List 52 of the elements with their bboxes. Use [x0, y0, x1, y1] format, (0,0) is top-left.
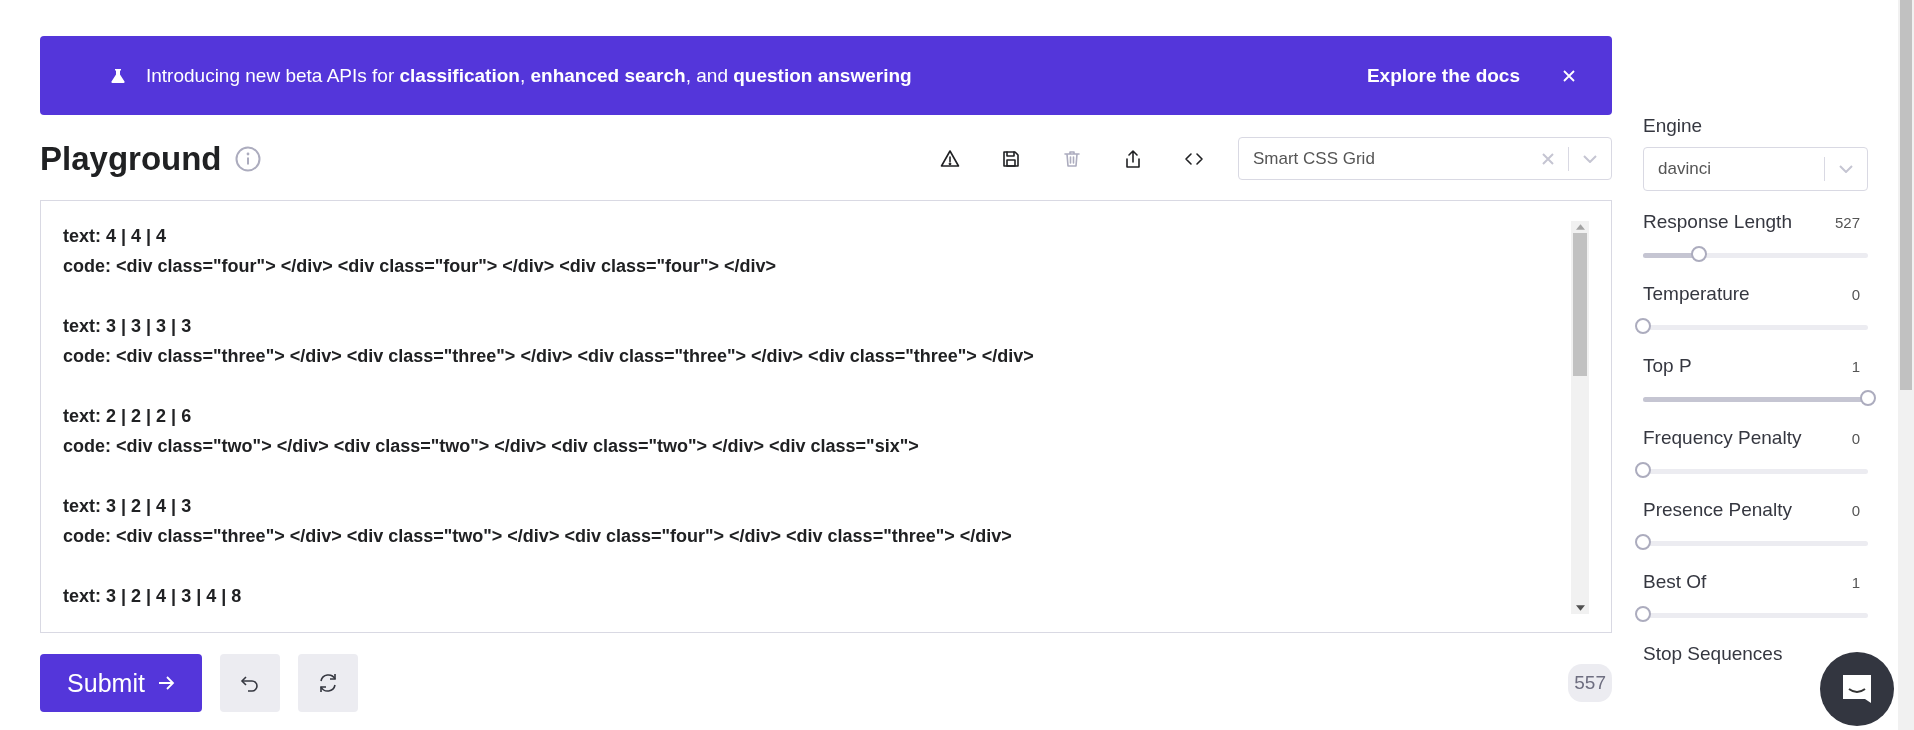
engine-label: Engine: [1643, 115, 1704, 137]
prompt-line: text: 3 | 2 | 4 | 3 | 4 | 8: [63, 585, 243, 608]
prompt-line: code: <div class="four"> </div> <div class="four"> </div> <div class="four"> </div>: [63, 255, 778, 278]
close-icon[interactable]: [1562, 68, 1576, 83]
slider-value: 1: [1851, 357, 1860, 375]
prompt-line: text: 2 | 2 | 2 | 6: [63, 405, 193, 428]
slider-value: 1: [1851, 573, 1860, 591]
slider-thumb[interactable]: [1860, 389, 1876, 406]
regenerate-button[interactable]: [298, 654, 358, 712]
announcement-text: Introducing new beta APIs for classification, enhanced search, and question answering: [146, 64, 913, 87]
slider-value: 0: [1851, 429, 1860, 447]
engine-select[interactable]: davinci: [1643, 147, 1868, 191]
prompt-line: text: 3 | 3 | 3 | 3: [63, 315, 193, 338]
submit-button[interactable]: Submit: [40, 654, 202, 712]
preset-select[interactable]: Smart CSS Grid: [1238, 137, 1612, 180]
chevron-down-icon[interactable]: [1583, 154, 1597, 163]
prompt-line: code: <div class="two"> </div> <div class="two"> </div> <div class="two"> </div> <div class="six">: [63, 435, 920, 458]
slider-value: 0: [1851, 501, 1860, 519]
slider-thumb[interactable]: [1635, 317, 1651, 334]
chevron-down-icon: [1839, 165, 1853, 173]
refresh-icon: [317, 672, 339, 694]
slider-label: Response Length: [1643, 211, 1792, 233]
slider-thumb[interactable]: [1635, 605, 1651, 622]
scroll-up-icon[interactable]: [1575, 224, 1585, 230]
explore-docs-link[interactable]: Explore the docs: [1366, 64, 1520, 87]
page-title: Playground: [40, 139, 222, 178]
undo-button[interactable]: [220, 654, 280, 712]
slider-value: 0: [1851, 285, 1860, 303]
arrow-right-icon: [156, 674, 175, 692]
clear-icon[interactable]: [1542, 152, 1554, 165]
prompt-editor[interactable]: [40, 200, 1612, 633]
slider-thumb[interactable]: [1635, 461, 1651, 478]
stop-sequences-label: Stop Sequences: [1643, 643, 1784, 665]
slider-thumb[interactable]: [1635, 533, 1651, 550]
token-count: 557: [1568, 664, 1612, 702]
slider-value: 527: [1834, 213, 1860, 231]
prompt-line: text: 3 | 2 | 4 | 3: [63, 495, 193, 518]
info-icon[interactable]: [234, 145, 261, 172]
scrollbar[interactable]: [1571, 221, 1589, 614]
slider-label: Frequency Penalty: [1643, 427, 1802, 449]
prompt-line: text: 4 | 4 | 4: [63, 225, 168, 248]
slider-thumb[interactable]: [1691, 245, 1708, 262]
undo-icon: [240, 673, 260, 693]
slider-label: Temperature: [1643, 283, 1750, 305]
prompt-line: code: <div class="three"> </div> <div class="three"> </div> <div class="three"> </div> <div class="three"> </div>: [63, 345, 1035, 368]
prompt-line: code: <div class="three"> </div> <div class="two"> </div> <div class="four"> </div> <div class="three"> </div>: [63, 525, 1013, 548]
scroll-down-icon[interactable]: [1575, 605, 1585, 611]
slider-label: Top P: [1643, 355, 1692, 377]
page-scrollbar[interactable]: [1898, 0, 1914, 730]
flask-icon: [110, 67, 126, 84]
slider-label: Presence Penalty: [1643, 499, 1792, 521]
slider-label: Best Of: [1643, 571, 1707, 593]
